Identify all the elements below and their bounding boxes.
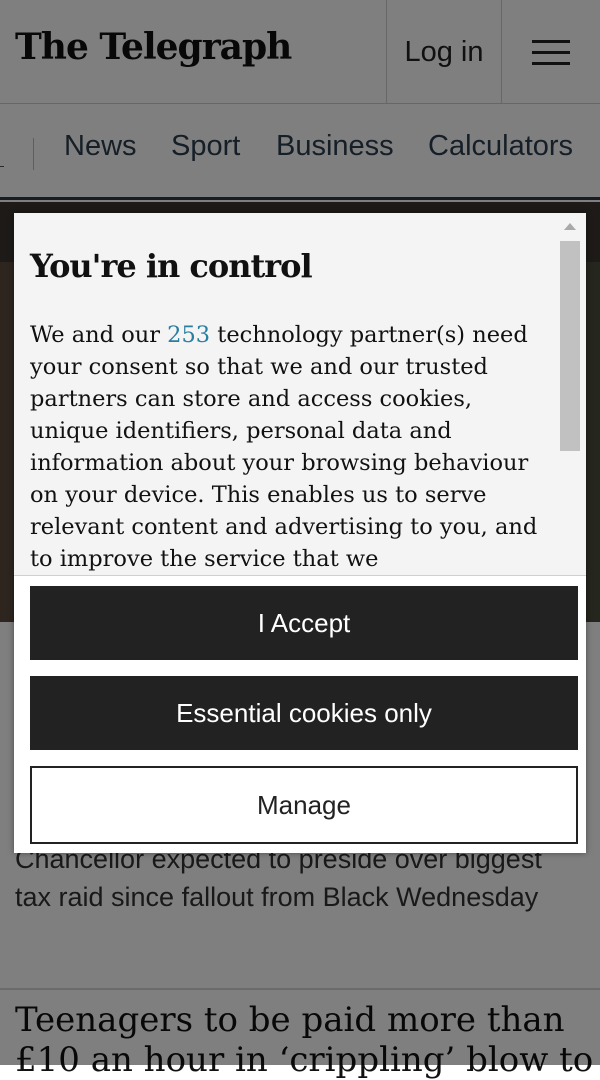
consent-title: You're in control — [30, 247, 313, 285]
consent-scroll-area[interactable]: You're in control We and our 253 technol… — [14, 213, 586, 575]
scroll-up-arrow-icon[interactable] — [564, 223, 576, 230]
essential-cookies-button[interactable]: Essential cookies only — [30, 676, 578, 750]
consent-body-prefix: We and our — [30, 322, 168, 348]
consent-body-text: technology partner(s) need your consent … — [30, 322, 538, 572]
accept-button[interactable]: I Accept — [30, 586, 578, 660]
consent-dialog: You're in control We and our 253 technol… — [14, 213, 586, 853]
partner-count-link[interactable]: 253 — [167, 322, 210, 348]
consent-actions: I Accept Essential cookies only Manage — [14, 575, 586, 853]
scrollbar-thumb[interactable] — [560, 241, 580, 451]
consent-body: We and our 253 technology partner(s) nee… — [30, 319, 540, 575]
manage-button[interactable]: Manage — [30, 766, 578, 844]
consent-scrollbar[interactable] — [558, 221, 582, 575]
